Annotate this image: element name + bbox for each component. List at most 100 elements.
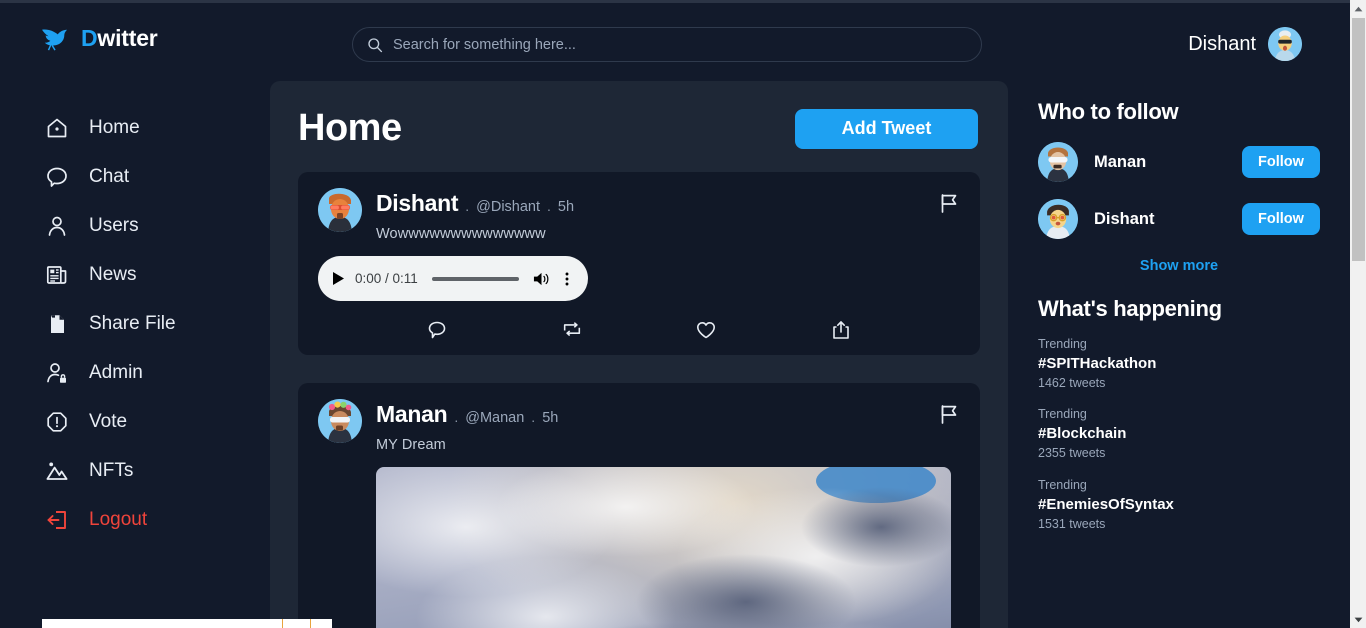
trend-label: Trending: [1038, 407, 1087, 422]
sidebar-item-news[interactable]: News: [0, 250, 270, 299]
newspaper-icon: [46, 265, 67, 284]
tweet-body: MY Dream: [376, 437, 446, 453]
user-avatar[interactable]: [1268, 27, 1302, 61]
main-panel: Home Add Tweet Dishant . @Dishant . 5h W…: [270, 81, 1008, 628]
tweet-header: Dishant . @Dishant . 5h Wowwwwwwwwwwwwww: [318, 188, 960, 242]
tweet-identity: Dishant . @Dishant . 5h: [376, 190, 960, 217]
sidebar-label: Chat: [89, 165, 130, 187]
who-to-follow-title: Who to follow: [1038, 99, 1179, 124]
sidebar-label: Share File: [89, 312, 176, 334]
comment-button[interactable]: [426, 319, 448, 341]
tweet-handle: @Dishant: [476, 199, 541, 215]
suggestion-name: Dishant: [1094, 209, 1155, 228]
volume-icon[interactable]: [533, 271, 550, 287]
tweet-handle: @Manan: [465, 410, 525, 426]
chevron-down-icon: [1354, 617, 1362, 622]
trend-count: 2355 tweets: [1038, 446, 1106, 461]
account-chip[interactable]: Dishant: [1188, 27, 1302, 61]
whats-happening-title: What's happening: [1038, 296, 1222, 321]
sidebar-label: NFTs: [89, 459, 134, 481]
manan-avatar[interactable]: [1038, 142, 1078, 182]
tweet-separator: .: [547, 198, 551, 214]
trend-label: Trending: [1038, 477, 1087, 492]
sidebar-label: Home: [89, 116, 140, 138]
sidebar-item-admin[interactable]: Admin: [0, 348, 270, 397]
horizontal-scrollbar[interactable]: [0, 619, 1350, 628]
show-more-link[interactable]: Show more: [1038, 258, 1320, 274]
flag-report-button[interactable]: [938, 403, 960, 425]
sidebar-item-logout[interactable]: Logout: [0, 495, 270, 544]
tweet-timestamp: 5h: [542, 410, 559, 426]
scroll-down-arrow[interactable]: [1350, 611, 1366, 628]
add-tweet-button[interactable]: Add Tweet: [795, 108, 978, 149]
top-header: Dwitter Dishant: [0, 3, 1350, 81]
home-icon: [47, 118, 67, 137]
sidebar-item-home[interactable]: Home: [0, 103, 270, 152]
play-icon[interactable]: [332, 271, 345, 286]
trend-label: Trending: [1038, 337, 1087, 351]
tweet-author: Manan: [376, 401, 448, 427]
tweet-card: Manan . @Manan . 5h MY Dream: [298, 383, 980, 628]
audio-player[interactable]: 0:00 / 0:11: [318, 256, 588, 301]
share-button[interactable]: [830, 319, 852, 341]
search-bar[interactable]: [352, 27, 982, 62]
tweet-meta: Dishant . @Dishant . 5h Wowwwwwwwwwwwwww: [376, 188, 960, 242]
follow-button[interactable]: Follow: [1242, 203, 1320, 235]
tweet-timestamp: 5h: [557, 199, 575, 215]
bird-icon: [42, 28, 68, 51]
search-icon: [368, 37, 383, 52]
trend-item[interactable]: Trending #SPITHackathon 1462 tweets: [1038, 335, 1320, 392]
follow-button[interactable]: Follow: [1242, 146, 1320, 178]
heart-icon: [697, 322, 716, 339]
tweet-image[interactable]: [376, 467, 951, 628]
alert-octagon-icon: [47, 411, 67, 432]
tweet-separator: .: [454, 409, 459, 425]
suggestion-name: Manan: [1094, 152, 1147, 171]
vertical-scrollbar-thumb[interactable]: [1352, 18, 1365, 261]
tweet-author: Dishant: [376, 190, 459, 216]
trend-tag: #SPITHackathon: [1038, 355, 1157, 373]
sidebar-label: News: [89, 263, 137, 285]
avatar[interactable]: [318, 399, 362, 443]
trend-item[interactable]: Trending #EnemiesOfSyntax 1531 tweets: [1038, 476, 1320, 533]
right-rail: Who to follow Manan Follow Dishant Follo…: [1008, 81, 1350, 628]
flag-icon: [941, 405, 957, 424]
tweet-separator: .: [531, 409, 536, 425]
suggestion-row: Manan Follow: [1038, 142, 1320, 182]
sidebar-item-share-file[interactable]: Share File: [0, 299, 270, 348]
main-header: Home Add Tweet: [270, 81, 1008, 150]
sidebar-item-nfts[interactable]: NFTs: [0, 446, 270, 495]
brand-rest: witter: [97, 25, 158, 51]
sidebar-item-vote[interactable]: Vote: [0, 397, 270, 446]
page-root: Dwitter Dishant: [0, 3, 1350, 628]
trend-tag: #Blockchain: [1038, 425, 1127, 443]
sidebar-label: Admin: [89, 361, 143, 383]
sidebar-label: Logout: [89, 508, 148, 530]
dishant-avatar[interactable]: [1038, 199, 1078, 239]
logout-icon: [47, 510, 66, 529]
audio-progress-bar[interactable]: [431, 276, 519, 281]
chevron-up-icon: [1354, 6, 1362, 11]
tweet-body: Wowwwwwwwwwwwwww: [376, 226, 546, 242]
trend-count: 1462 tweets: [1038, 376, 1106, 391]
scroll-up-arrow[interactable]: [1350, 0, 1366, 17]
like-button[interactable]: [695, 319, 717, 341]
avatar[interactable]: [318, 188, 362, 232]
more-vertical-icon[interactable]: [560, 271, 574, 287]
comment-icon: [428, 321, 446, 339]
horizontal-scrollbar-thumb[interactable]: [42, 619, 332, 628]
audio-time-display: 0:00 / 0:11: [355, 271, 418, 286]
retweet-button[interactable]: [561, 319, 583, 341]
brand-logo[interactable]: Dwitter: [40, 25, 158, 52]
sidebar-item-chat[interactable]: Chat: [0, 152, 270, 201]
sidebar-item-users[interactable]: Users: [0, 201, 270, 250]
flag-report-button[interactable]: [938, 192, 960, 214]
search-input[interactable]: [393, 36, 967, 53]
trend-item[interactable]: Trending #Blockchain 2355 tweets: [1038, 405, 1320, 462]
sidebar-label: Vote: [89, 410, 128, 432]
tweet-header: Manan . @Manan . 5h MY Dream: [318, 399, 960, 628]
account-name: Dishant: [1188, 32, 1256, 55]
tweet-feed: Dishant . @Dishant . 5h Wowwwwwwwwwwwwww: [270, 150, 1008, 628]
vertical-scrollbar[interactable]: [1350, 0, 1366, 628]
tweet-meta: Manan . @Manan . 5h MY Dream: [376, 399, 960, 628]
